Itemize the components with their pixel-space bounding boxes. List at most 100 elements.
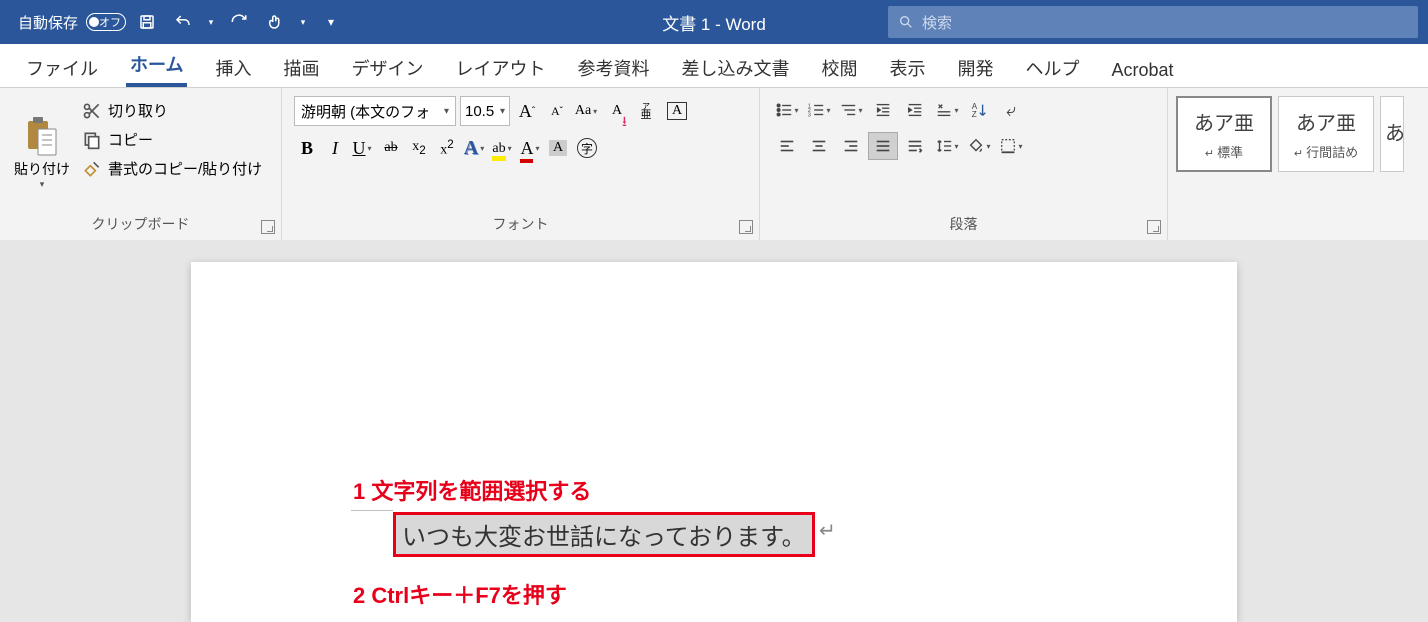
italic-button[interactable]: I <box>322 134 348 162</box>
undo-more-icon[interactable]: ▾ <box>204 7 218 37</box>
group-paragraph: ▾ 123▾ ▾ ▾ AZ ⤶ ▾ ▾ ▾ 段落 <box>760 88 1168 240</box>
align-left-button[interactable] <box>772 132 802 160</box>
autosave-toggle[interactable]: 自動保存 オフ <box>18 12 126 33</box>
group-font-label: フォント <box>290 210 751 240</box>
redo-button[interactable] <box>224 7 254 37</box>
group-font: 游明朝 (本文のフォ▾ 10.5▾ Aˆ Aˇ Aa▾ A⭳ ア亜 A B I … <box>282 88 760 240</box>
font-dialog-launcher[interactable] <box>739 220 753 234</box>
tab-file[interactable]: ファイル <box>22 47 102 87</box>
text-direction-button[interactable]: ▾ <box>932 96 962 124</box>
enclose-characters-button[interactable]: 字 <box>574 134 600 162</box>
justify-button[interactable] <box>868 132 898 160</box>
ribbon-tabs: ファイル ホーム 挿入 描画 デザイン レイアウト 参考資料 差し込み文書 校閲… <box>0 44 1428 88</box>
font-color-button[interactable]: A▾ <box>518 134 544 162</box>
grow-font-button[interactable]: Aˆ <box>514 97 540 125</box>
phonetic-guide-button[interactable]: ア亜 <box>634 97 660 125</box>
tab-developer[interactable]: 開発 <box>953 47 997 87</box>
sort-button[interactable]: AZ <box>964 96 994 124</box>
distribute-button[interactable] <box>900 132 930 160</box>
customize-qat-button[interactable]: ▾ <box>316 7 346 37</box>
bold-button[interactable]: B <box>294 134 320 162</box>
touch-mode-button[interactable] <box>260 7 290 37</box>
paragraph-dialog-launcher[interactable] <box>1147 220 1161 234</box>
show-marks-button[interactable]: ⤶ <box>996 96 1026 124</box>
search-icon <box>898 14 914 30</box>
qat: 自動保存 オフ ▾ ▾ ▾ <box>0 7 346 37</box>
tab-design[interactable]: デザイン <box>347 47 427 87</box>
tab-acrobat[interactable]: Acrobat <box>1107 52 1177 87</box>
copy-label: コピー <box>108 129 153 150</box>
tab-help[interactable]: ヘルプ <box>1021 47 1083 87</box>
tab-mailings[interactable]: 差し込み文書 <box>677 47 793 87</box>
paste-icon <box>24 115 60 159</box>
clipboard-dialog-launcher[interactable] <box>261 220 275 234</box>
autosave-label: 自動保存 <box>18 12 78 33</box>
group-styles: あア亜 ↵ 標準 あア亜 ↵ 行間詰め あア亜 <box>1168 88 1428 240</box>
svg-text:3: 3 <box>808 112 811 118</box>
numbering-button[interactable]: 123▾ <box>804 96 834 124</box>
toggle-off-icon: オフ <box>86 13 126 31</box>
tab-insert[interactable]: 挿入 <box>211 47 255 87</box>
strikethrough-button[interactable]: ab <box>378 134 404 162</box>
body-text[interactable]: いつも大変お世話になっております。 <box>396 515 812 554</box>
clear-formatting-button[interactable]: A⭳ <box>604 97 630 125</box>
highlight-button[interactable]: ab▾ <box>490 134 516 162</box>
font-size-select[interactable]: 10.5▾ <box>460 96 510 126</box>
format-painter-button[interactable]: 書式のコピー/貼り付け <box>80 156 264 181</box>
copy-icon <box>82 130 102 150</box>
style-more[interactable]: あア亜 <box>1380 96 1404 172</box>
shrink-font-button[interactable]: Aˇ <box>544 97 570 125</box>
page[interactable]: 1 文字列を範囲選択する いつも大変お世話になっております。 ↵ 2 Ctrlキ… <box>191 262 1237 622</box>
annotation-1: 1 文字列を範囲選択する <box>353 474 591 506</box>
format-painter-label: 書式のコピー/貼り付け <box>108 158 262 179</box>
font-name-select[interactable]: 游明朝 (本文のフォ▾ <box>294 96 456 126</box>
paste-button[interactable]: 貼り付け ▾ <box>8 94 76 210</box>
change-case-button[interactable]: Aa▾ <box>574 97 600 125</box>
svg-text:Z: Z <box>972 110 977 119</box>
tab-layout[interactable]: レイアウト <box>451 47 549 87</box>
undo-button[interactable] <box>168 7 198 37</box>
line-spacing-button[interactable]: ▾ <box>932 132 962 160</box>
decrease-indent-button[interactable] <box>868 96 898 124</box>
annotation-2: 2 Ctrlキー＋F7を押す <box>353 578 567 610</box>
subscript-button[interactable]: x2 <box>406 134 432 162</box>
align-right-button[interactable] <box>836 132 866 160</box>
superscript-button[interactable]: x2 <box>434 134 460 162</box>
scissors-icon <box>82 101 102 121</box>
cut-label: 切り取り <box>108 100 168 121</box>
margin-guide <box>351 510 393 511</box>
paragraph-mark-icon: ↵ <box>819 518 836 543</box>
cut-button[interactable]: 切り取り <box>80 98 264 123</box>
touch-more-icon[interactable]: ▾ <box>296 7 310 37</box>
tab-home[interactable]: ホーム <box>126 43 187 87</box>
style-no-spacing[interactable]: あア亜 ↵ 行間詰め <box>1278 96 1374 172</box>
group-clipboard-label: クリップボード <box>8 210 273 240</box>
search-placeholder: 検索 <box>922 12 952 33</box>
style-normal[interactable]: あア亜 ↵ 標準 <box>1176 96 1272 172</box>
character-shading-button[interactable]: A <box>546 134 572 162</box>
brush-icon <box>82 159 102 179</box>
underline-button[interactable]: U▾ <box>350 134 376 162</box>
tab-view[interactable]: 表示 <box>885 47 929 87</box>
bullets-button[interactable]: ▾ <box>772 96 802 124</box>
multilevel-list-button[interactable]: ▾ <box>836 96 866 124</box>
group-clipboard: 貼り付け ▾ 切り取り コピー 書式のコピー/貼り付け クリップボード <box>0 88 282 240</box>
title-bar: 自動保存 オフ ▾ ▾ ▾ 文書 1 - Word 検索 <box>0 0 1428 44</box>
paste-label: 貼り付け <box>14 159 70 179</box>
tab-review[interactable]: 校閲 <box>817 47 861 87</box>
selection-highlight: いつも大変お世話になっております。 <box>393 512 815 557</box>
character-border-button[interactable]: A <box>664 97 690 125</box>
align-center-button[interactable] <box>804 132 834 160</box>
tab-references[interactable]: 参考資料 <box>573 47 653 87</box>
shading-button[interactable]: ▾ <box>964 132 994 160</box>
increase-indent-button[interactable] <box>900 96 930 124</box>
tab-draw[interactable]: 描画 <box>279 47 323 87</box>
document-canvas[interactable]: 1 文字列を範囲選択する いつも大変お世話になっております。 ↵ 2 Ctrlキ… <box>0 240 1428 620</box>
search-input[interactable]: 検索 <box>888 6 1418 38</box>
borders-button[interactable]: ▾ <box>996 132 1026 160</box>
save-button[interactable] <box>132 7 162 37</box>
copy-button[interactable]: コピー <box>80 127 264 152</box>
ribbon: 貼り付け ▾ 切り取り コピー 書式のコピー/貼り付け クリップボード <box>0 88 1428 240</box>
text-effects-button[interactable]: A▾ <box>462 134 488 162</box>
document-title: 文書 1 - Word <box>662 10 766 35</box>
